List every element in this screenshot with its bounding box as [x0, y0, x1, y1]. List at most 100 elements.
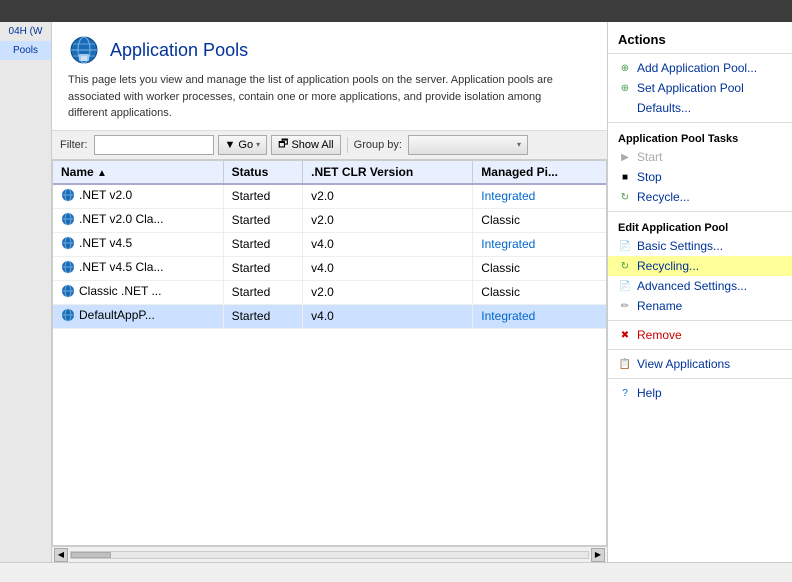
scroll-left-btn[interactable]: ◀: [54, 548, 68, 562]
col-status[interactable]: Status: [223, 161, 303, 184]
cell-name: .NET v2.0 Cla...: [53, 208, 223, 232]
table-body: .NET v2.0Startedv2.0Integrated.NET v2.0 …: [53, 184, 606, 329]
app-pools-table: Name ▲ Status .NET CLR Version Managed P…: [53, 161, 606, 329]
action-stop[interactable]: ■ Stop: [608, 167, 792, 187]
table-row[interactable]: DefaultAppP...Startedv4.0Integrated: [53, 304, 606, 328]
cell-status: Started: [223, 304, 303, 328]
filter-icon: ▼: [225, 139, 236, 151]
cell-clr: v4.0: [303, 304, 473, 328]
action-basic-settings[interactable]: 📄 Basic Settings...: [608, 236, 792, 256]
action-set-pool[interactable]: ⊕ Set Application Pool: [608, 78, 792, 98]
top-bar: [0, 0, 792, 22]
view-icon: 📋: [618, 357, 632, 371]
filter-label: Filter:: [60, 139, 88, 151]
scroll-right-btn[interactable]: ▶: [591, 548, 605, 562]
remove-icon: ✖: [618, 328, 632, 342]
table-header-row: Name ▲ Status .NET CLR Version Managed P…: [53, 161, 606, 184]
main-container: 04H (W Pools Appli: [0, 22, 792, 562]
table-row[interactable]: .NET v2.0 Cla...Startedv2.0Classic: [53, 208, 606, 232]
toolbar-separator: [347, 137, 348, 153]
scroll-thumb[interactable]: [71, 552, 111, 558]
cell-name: .NET v4.5: [53, 232, 223, 256]
set-icon: ⊕: [618, 81, 632, 95]
group-by-button[interactable]: ▾: [408, 135, 528, 155]
cell-clr: v2.0: [303, 208, 473, 232]
action-recycle[interactable]: ↻ Recycle...: [608, 187, 792, 207]
action-view-applications[interactable]: 📋 View Applications: [608, 354, 792, 374]
page-title-row: Application Pools: [68, 34, 591, 66]
advanced-icon: 📄: [618, 279, 632, 293]
table-row[interactable]: .NET v2.0Startedv2.0Integrated: [53, 184, 606, 209]
cell-name: .NET v2.0: [53, 184, 223, 209]
left-nav-item-2[interactable]: Pools: [0, 41, 51, 60]
cell-managed: Classic: [473, 256, 606, 280]
cell-managed: Classic: [473, 208, 606, 232]
action-advanced-settings[interactable]: 📄 Advanced Settings...: [608, 276, 792, 296]
settings-icon: 📄: [618, 239, 632, 253]
cell-status: Started: [223, 256, 303, 280]
col-clr[interactable]: .NET CLR Version: [303, 161, 473, 184]
cell-managed: Integrated: [473, 184, 606, 209]
go-dropdown-arrow: ▾: [256, 140, 260, 149]
actions-panel: Actions ⊕ Add Application Pool... ⊕ Set …: [607, 22, 792, 562]
scroll-track[interactable]: [70, 551, 589, 559]
add-icon: ⊕: [618, 61, 632, 75]
go-button[interactable]: ▼ Go ▾: [218, 135, 268, 155]
sep3: [608, 320, 792, 321]
action-recycling[interactable]: ↻ Recycling...: [608, 256, 792, 276]
table-row[interactable]: .NET v4.5 Cla...Startedv4.0Classic: [53, 256, 606, 280]
play-icon: ▶: [618, 150, 632, 164]
status-bar: [0, 562, 792, 582]
show-all-button[interactable]: 🗗 Show All: [271, 135, 341, 155]
action-defaults[interactable]: Defaults...: [608, 98, 792, 118]
recycle-icon: ↻: [618, 190, 632, 204]
action-help[interactable]: ? Help: [608, 383, 792, 403]
scroll-bar[interactable]: ◀ ▶: [52, 546, 607, 562]
group-by-label: Group by:: [354, 139, 402, 151]
cell-name: DefaultAppP...: [53, 304, 223, 328]
page-description: This page lets you view and manage the l…: [68, 72, 568, 122]
cell-status: Started: [223, 280, 303, 304]
action-remove[interactable]: ✖ Remove: [608, 325, 792, 345]
cell-status: Started: [223, 184, 303, 209]
sep4: [608, 349, 792, 350]
cell-clr: v4.0: [303, 232, 473, 256]
filter-input[interactable]: [94, 135, 214, 155]
table-container[interactable]: Name ▲ Status .NET CLR Version Managed P…: [52, 160, 607, 547]
rename-icon: ✏: [618, 299, 632, 313]
page-header: Application Pools This page lets you vie…: [52, 22, 607, 131]
page-icon: [68, 34, 100, 66]
action-add-pool[interactable]: ⊕ Add Application Pool...: [608, 58, 792, 78]
action-start[interactable]: ▶ Start: [608, 147, 792, 167]
cell-name: .NET v4.5 Cla...: [53, 256, 223, 280]
cell-managed: Integrated: [473, 304, 606, 328]
recycling-icon: ↻: [618, 259, 632, 273]
section-edit: Edit Application Pool: [608, 216, 792, 236]
sep2: [608, 211, 792, 212]
col-name[interactable]: Name ▲: [53, 161, 223, 184]
sep5: [608, 378, 792, 379]
actions-title: Actions: [608, 30, 792, 54]
cell-name: Classic .NET ...: [53, 280, 223, 304]
sep1: [608, 122, 792, 123]
cell-status: Started: [223, 208, 303, 232]
table-row[interactable]: .NET v4.5Startedv4.0Integrated: [53, 232, 606, 256]
action-rename[interactable]: ✏ Rename: [608, 296, 792, 316]
cell-managed: Integrated: [473, 232, 606, 256]
cell-clr: v4.0: [303, 256, 473, 280]
group-by-arrow: ▾: [517, 140, 521, 149]
section-tasks: Application Pool Tasks: [608, 127, 792, 147]
cell-clr: v2.0: [303, 184, 473, 209]
toolbar: Filter: ▼ Go ▾ 🗗 Show All Group by: ▾: [52, 131, 607, 160]
cell-clr: v2.0: [303, 280, 473, 304]
help-icon: ?: [618, 386, 632, 400]
left-nav: 04H (W Pools: [0, 22, 52, 562]
show-all-icon: 🗗: [278, 135, 288, 154]
col-managed[interactable]: Managed Pi...: [473, 161, 606, 184]
stop-icon: ■: [618, 170, 632, 184]
cell-status: Started: [223, 232, 303, 256]
cell-managed: Classic: [473, 280, 606, 304]
content-area: Application Pools This page lets you vie…: [52, 22, 607, 562]
table-row[interactable]: Classic .NET ...Startedv2.0Classic: [53, 280, 606, 304]
left-nav-item-1[interactable]: 04H (W: [0, 22, 51, 41]
